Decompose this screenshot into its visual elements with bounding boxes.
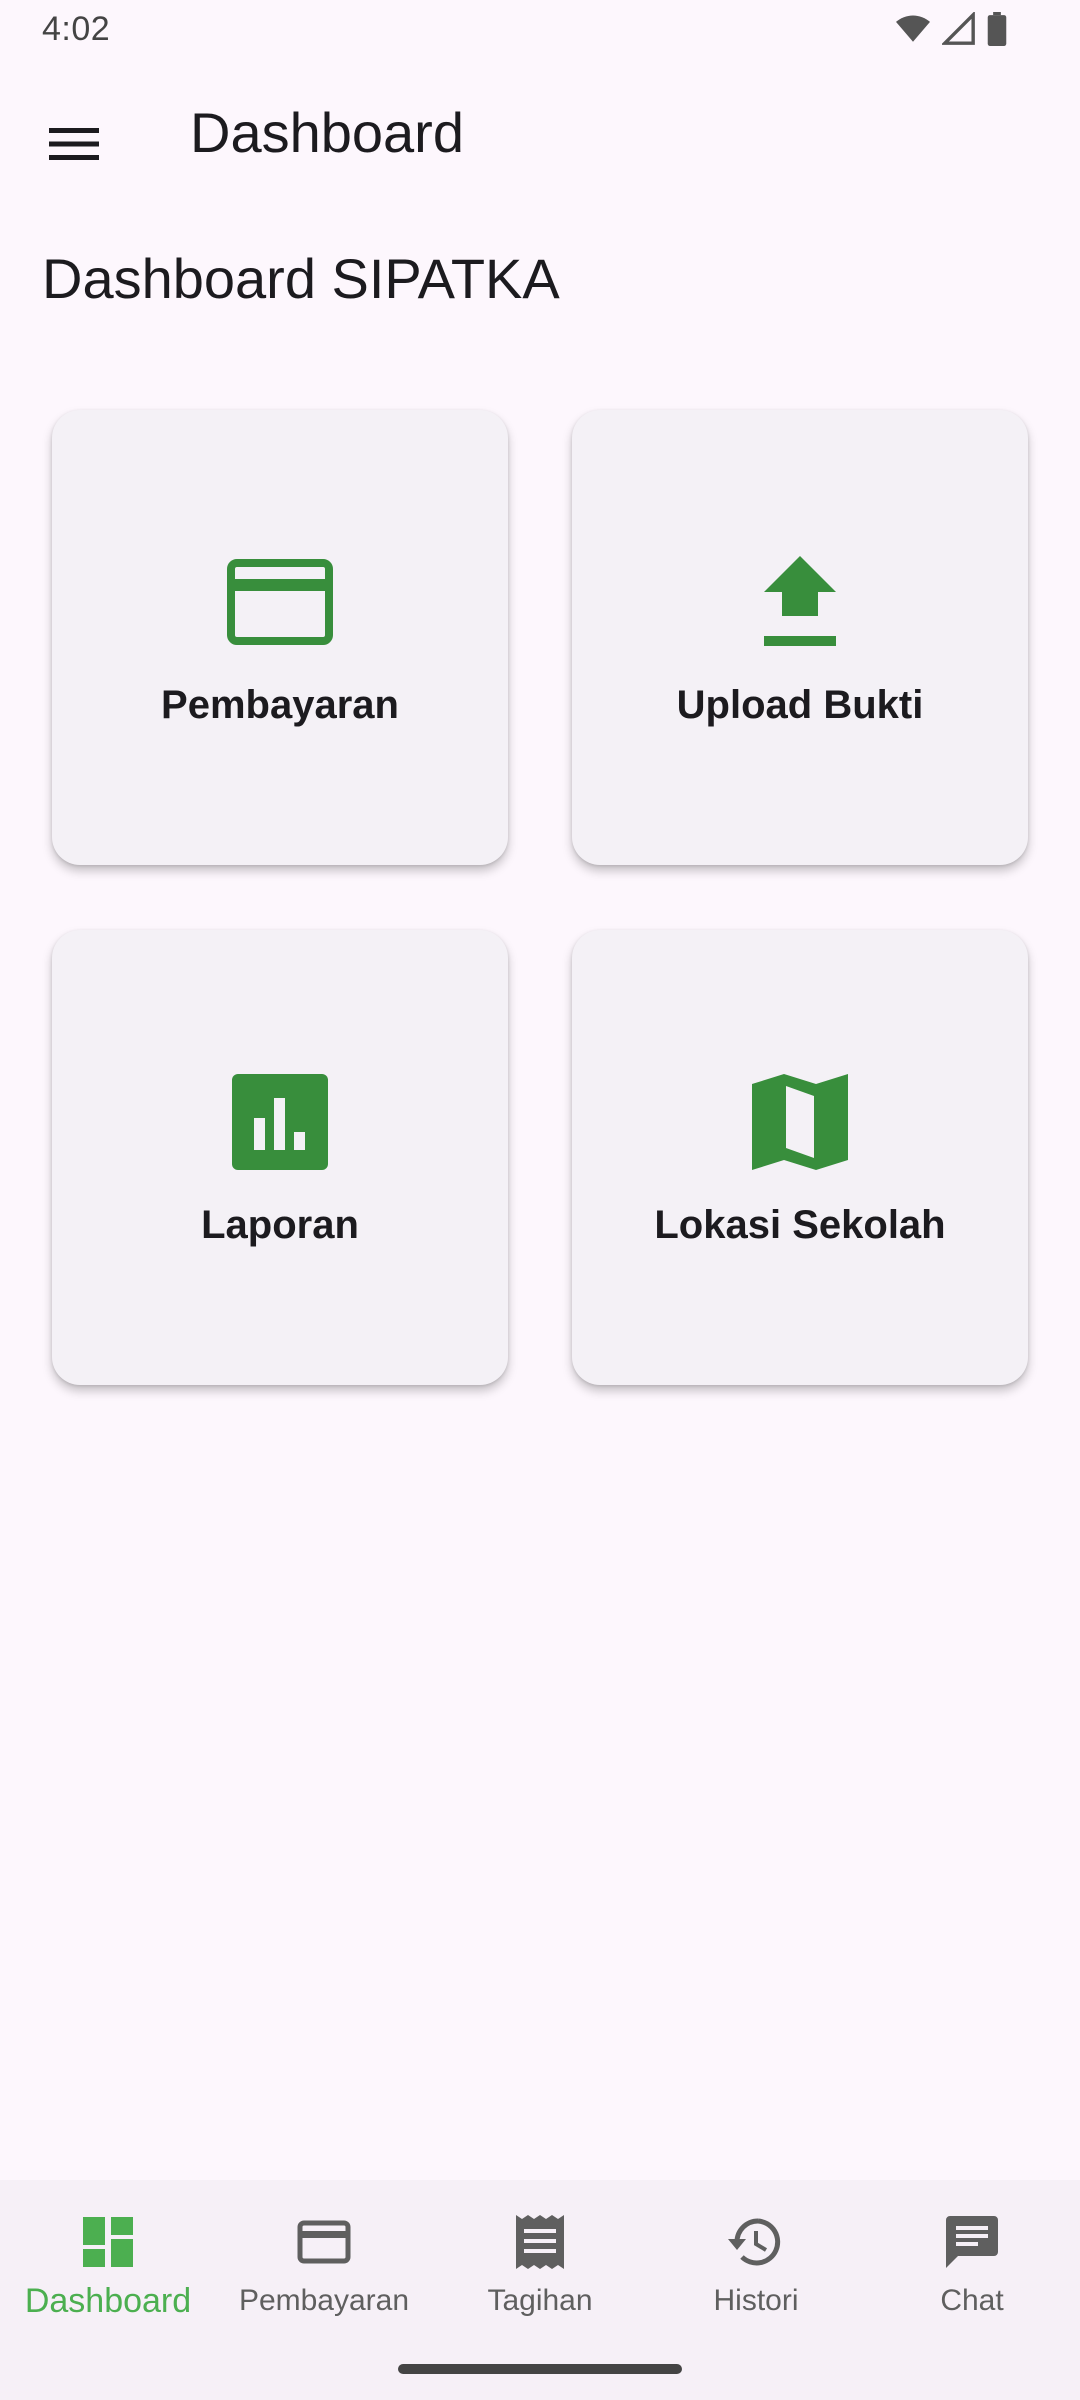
wifi-icon [896, 15, 930, 42]
nav-item-histori[interactable]: Histori [648, 2210, 864, 2340]
nav-label: Chat [940, 2284, 1004, 2317]
page-heading: Dashboard SIPATKA [42, 247, 560, 310]
upload-icon [745, 547, 855, 657]
card-label: Laporan [201, 1203, 359, 1247]
nav-label: Histori [713, 2284, 799, 2317]
nav-item-dashboard[interactable]: Dashboard [0, 2210, 216, 2340]
cellular-signal-icon [942, 12, 975, 45]
credit-card-icon [292, 2210, 356, 2274]
card-label: Upload Bukti [676, 683, 924, 727]
app-bar: Dashboard [0, 70, 1080, 200]
card-upload-bukti[interactable]: Upload Bukti [572, 410, 1028, 865]
status-icons [894, 12, 1008, 46]
nav-label: Pembayaran [238, 2284, 410, 2317]
nav-label: Tagihan [487, 2284, 593, 2317]
map-icon [745, 1067, 855, 1177]
status-time: 4:02 [42, 10, 111, 48]
nav-item-tagihan[interactable]: Tagihan [432, 2210, 648, 2340]
bar-chart-icon [225, 1067, 335, 1177]
nav-item-pembayaran[interactable]: Pembayaran [216, 2210, 432, 2340]
app-title: Dashboard [190, 101, 464, 164]
chat-icon [940, 2210, 1004, 2274]
battery-icon [987, 12, 1007, 46]
nav-item-chat[interactable]: Chat [864, 2210, 1080, 2340]
nav-label: Dashboard [24, 2282, 192, 2320]
card-label: Pembayaran [161, 683, 399, 727]
receipt-icon [508, 2210, 572, 2274]
dashboard-icon [76, 2210, 140, 2274]
menu-icon[interactable] [42, 112, 106, 176]
card-pembayaran[interactable]: Pembayaran [52, 410, 508, 865]
card-laporan[interactable]: Laporan [52, 930, 508, 1385]
card-lokasi-sekolah[interactable]: Lokasi Sekolah [572, 930, 1028, 1385]
gesture-bar[interactable] [398, 2364, 682, 2374]
history-icon [724, 2210, 788, 2274]
credit-card-icon [225, 547, 335, 657]
card-label: Lokasi Sekolah [654, 1203, 946, 1247]
status-bar: 4:02 [0, 0, 1080, 60]
